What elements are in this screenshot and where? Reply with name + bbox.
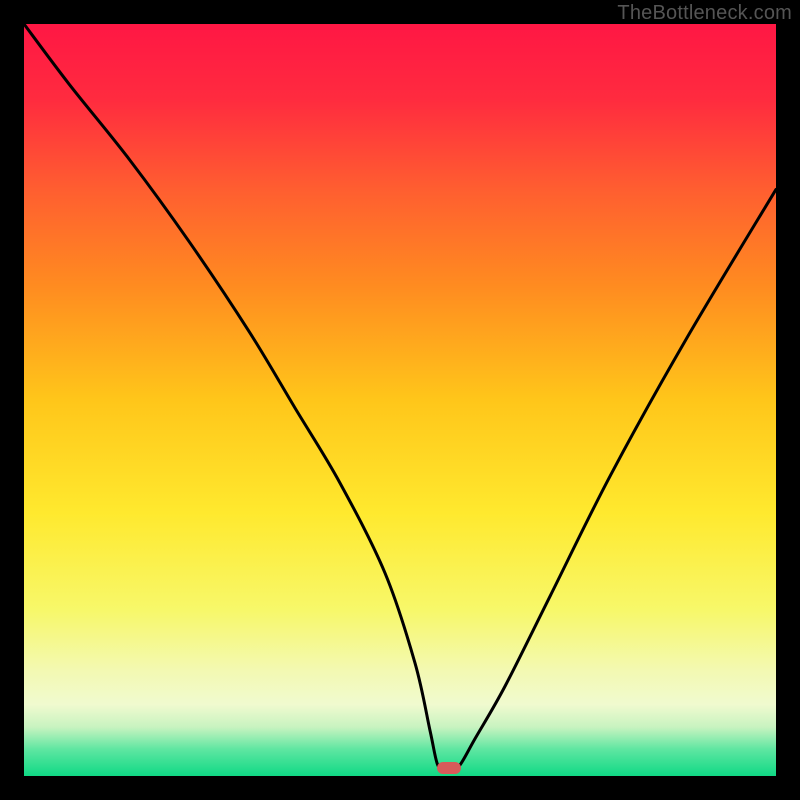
- optimal-point-marker: [437, 762, 461, 774]
- chart-frame: TheBottleneck.com: [0, 0, 800, 800]
- bottleneck-curve: [24, 24, 776, 776]
- plot-area: [24, 24, 776, 776]
- watermark-text: TheBottleneck.com: [617, 2, 792, 25]
